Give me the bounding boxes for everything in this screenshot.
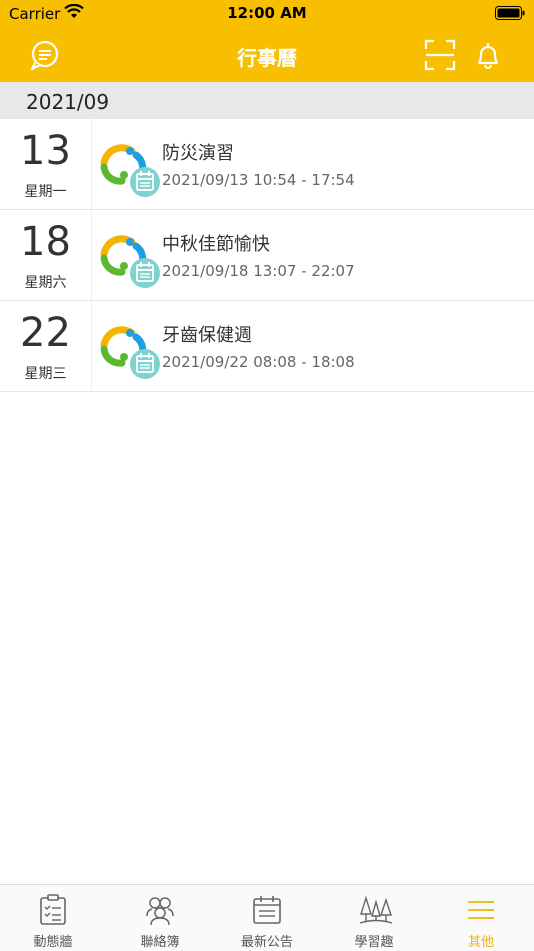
event-date: 22 星期三 bbox=[0, 301, 92, 391]
calendar-icon bbox=[253, 896, 281, 924]
event-time: 2021/09/22 08:08 - 18:08 bbox=[162, 353, 355, 371]
event-time: 2021/09/18 13:07 - 22:07 bbox=[162, 262, 355, 280]
school-calendar-icon bbox=[100, 326, 160, 379]
tab-learning[interactable]: 學習趣 bbox=[321, 885, 427, 951]
tab-announcements[interactable]: 最新公告 bbox=[214, 885, 320, 951]
bell-icon[interactable] bbox=[472, 39, 504, 71]
event-row[interactable]: 18 星期六 中秋佳節愉快 2021/09/18 13:07 - 22:07 bbox=[0, 210, 534, 301]
event-row[interactable]: 13 星期一 防災演習 2021/09/13 10:54 - 17:54 bbox=[0, 119, 534, 210]
tab-contact-book[interactable]: 聯絡簿 bbox=[107, 885, 213, 951]
nav-bar: 行事曆 bbox=[0, 28, 534, 82]
event-title: 中秋佳節愉快 bbox=[162, 234, 270, 255]
event-weekday: 星期六 bbox=[24, 275, 67, 291]
menu-icon bbox=[468, 901, 494, 919]
tab-bar: 動態牆 聯絡簿 最新公告 學習趣 其他 bbox=[0, 884, 534, 951]
month-label: 2021/09 bbox=[26, 90, 110, 114]
event-date: 18 星期六 bbox=[0, 210, 92, 300]
event-weekday: 星期一 bbox=[24, 184, 67, 200]
event-weekday: 星期三 bbox=[24, 366, 67, 382]
event-day: 13 bbox=[20, 128, 71, 174]
top-header: Carrier 12:00 AM 行事曆 bbox=[0, 0, 534, 82]
event-title: 防災演習 bbox=[162, 143, 234, 164]
tab-label: 最新公告 bbox=[240, 935, 293, 950]
status-bar: Carrier 12:00 AM bbox=[0, 0, 534, 28]
trees-icon bbox=[359, 895, 393, 924]
people-icon bbox=[146, 897, 174, 926]
clipboard-icon bbox=[40, 894, 66, 925]
status-time: 12:00 AM bbox=[227, 4, 307, 22]
tab-wall[interactable]: 動態牆 bbox=[0, 885, 106, 951]
event-day: 18 bbox=[20, 219, 71, 265]
event-day: 22 bbox=[20, 310, 71, 356]
tab-label: 聯絡簿 bbox=[140, 935, 180, 950]
event-row[interactable]: 22 星期三 牙齒保健週 2021/09/22 08:08 - 18:08 bbox=[0, 301, 534, 392]
tab-other[interactable]: 其他 bbox=[428, 885, 534, 951]
battery-icon bbox=[495, 6, 525, 20]
event-time: 2021/09/13 10:54 - 17:54 bbox=[162, 171, 355, 189]
tab-label: 其他 bbox=[467, 935, 494, 950]
tab-label: 動態牆 bbox=[33, 935, 73, 950]
school-calendar-icon bbox=[100, 144, 160, 197]
scan-icon[interactable] bbox=[424, 39, 456, 71]
event-list: 13 星期一 防災演習 2021/09/13 10:54 - 17:54 18 … bbox=[0, 119, 534, 392]
tab-label: 學習趣 bbox=[354, 935, 394, 950]
month-header: 2021/09 bbox=[0, 82, 534, 119]
event-date: 13 星期一 bbox=[0, 119, 92, 209]
school-calendar-icon bbox=[100, 235, 160, 288]
event-title: 牙齒保健週 bbox=[162, 325, 252, 346]
